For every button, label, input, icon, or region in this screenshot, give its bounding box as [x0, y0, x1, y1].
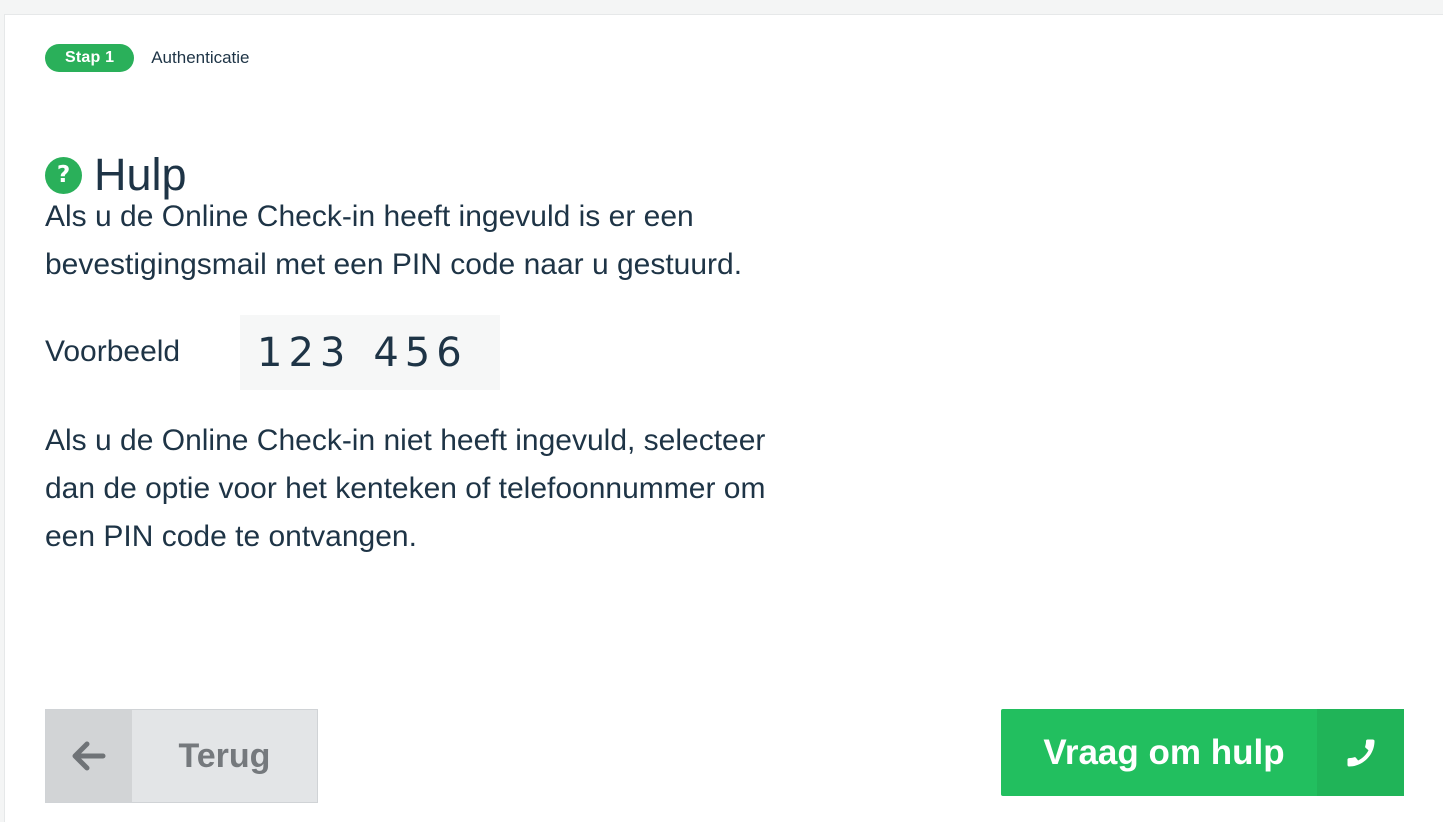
- example-pin-part2: 456: [373, 329, 468, 376]
- example-pin-part1: 123: [257, 329, 352, 376]
- example-label: Voorbeeld: [45, 335, 181, 368]
- intro-paragraph: Als u de Online Check-in heeft ingevuld …: [45, 200, 743, 281]
- arrow-left-icon: [46, 710, 132, 802]
- back-button[interactable]: Terug: [45, 709, 318, 803]
- request-help-label: Vraag om hulp: [1043, 732, 1285, 772]
- request-help-button[interactable]: Vraag om hulp: [1001, 709, 1404, 796]
- step-badge: Stap 1: [45, 44, 135, 72]
- help-icon: ?: [45, 156, 82, 194]
- alternative-paragraph: Als u de Online Check-in niet heeft inge…: [45, 424, 766, 553]
- step-indicator: Stap 1 Authenticatie: [45, 44, 250, 72]
- back-button-label: Terug: [178, 736, 271, 775]
- phone-icon: [1317, 709, 1404, 796]
- help-panel: Stap 1 Authenticatie ? Hulp Als u de Onl…: [4, 14, 1443, 822]
- step-label: Authenticatie: [151, 48, 250, 67]
- example-pin-box: 123 456: [240, 315, 500, 390]
